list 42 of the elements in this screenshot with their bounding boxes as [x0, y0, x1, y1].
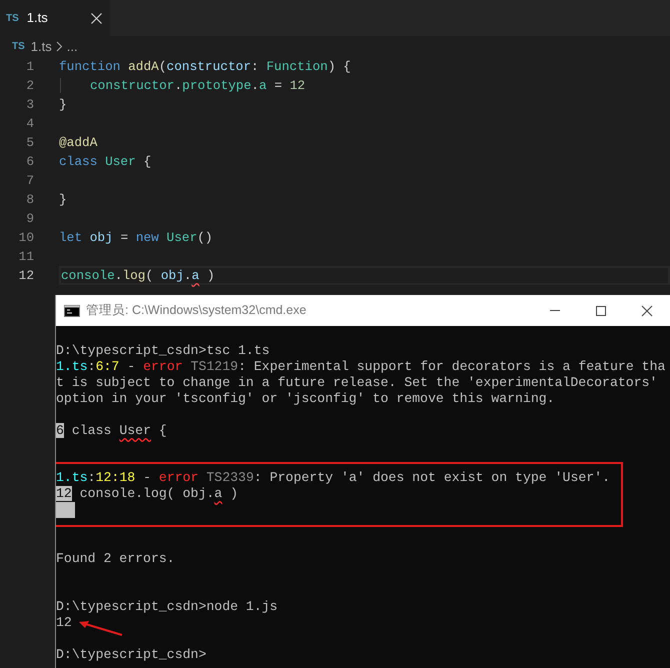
code-line: class User {: [59, 154, 152, 169]
breadcrumb-item[interactable]: ...: [66, 36, 78, 56]
code-line: }: [59, 97, 67, 112]
terminal-line: t is subject to change in a future release. Set the 'experimentalDecorators': [56, 375, 658, 390]
code-line: @addA: [59, 135, 98, 150]
line-number: 3: [25, 96, 34, 114]
line-number: 9: [25, 210, 34, 228]
window-title: 管理员: C:\Windows\system32\cmd.exe: [86, 302, 306, 320]
terminal-line: D:\typescript_csdn>tsc 1.ts: [56, 343, 270, 358]
file-type-label: TS: [12, 40, 25, 54]
terminal-line: 12: [56, 615, 72, 630]
terminal-line: option in your 'tsconfig' or 'jsconfig' to remove this warning.: [56, 391, 555, 406]
terminal-line: D:\typescript_csdn>node 1.js: [56, 599, 278, 614]
line-number: 12: [18, 267, 34, 285]
terminal-line: Found 2 errors.: [56, 551, 175, 566]
cursor-block: [56, 502, 75, 518]
terminal-line: D:\typescript_csdn>: [56, 647, 206, 662]
code-line: console.log( obj.a ): [61, 268, 215, 283]
line-number: 4: [25, 115, 34, 133]
terminal-line: 1.ts:6:7 - error TS1219: Experimental support for decorators is a feature tha: [56, 359, 666, 374]
line-number: 5: [25, 134, 34, 152]
cmd-icon: [64, 304, 80, 316]
code-line: let obj = new User(): [59, 230, 213, 245]
line-number: 7: [25, 172, 34, 190]
editor-tab[interactable]: TS 1.ts: [0, 0, 110, 36]
line-number: 8: [25, 191, 34, 209]
maximize-icon: [595, 304, 607, 316]
breadcrumb-item[interactable]: 1.ts: [30, 36, 52, 56]
line-number: 6: [25, 153, 34, 171]
line-number: 10: [18, 229, 34, 247]
terminal-line: 6 class User {: [56, 423, 167, 438]
line-number: 1: [25, 58, 34, 76]
terminal-line: 12 console.log( obj.a ): [56, 486, 238, 501]
code-line: function addA(constructor: Function) {: [59, 59, 351, 74]
line-number: 11: [18, 248, 34, 266]
chevron-icon: [56, 41, 63, 52]
minimize-icon: [550, 310, 560, 311]
code-line: }: [59, 192, 67, 207]
line-number: 2: [25, 77, 34, 95]
terminal-line: 1.ts:12:18 - error TS2339: Property 'a' does not exist on type 'User'.: [56, 470, 610, 485]
close-icon[interactable]: [91, 12, 102, 24]
close-icon: [641, 304, 653, 316]
